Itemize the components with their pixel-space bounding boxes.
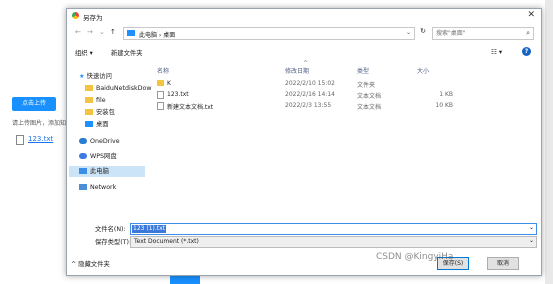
sidebar-item-label: Network <box>90 184 117 191</box>
folder-icon <box>85 97 93 103</box>
sidebar-item-baidunetdisk[interactable]: BaiduNetdiskDow <box>85 83 152 94</box>
uploaded-file-link[interactable]: 123.txt <box>28 135 53 143</box>
cancel-button[interactable]: 取消 <box>487 257 519 270</box>
sidebar-item-quick-access[interactable]: ★ 快速访问 <box>79 71 112 82</box>
sidebar-item-label: OneDrive <box>90 138 120 145</box>
watermark: CSDN @KingyiHa <box>376 252 454 262</box>
sidebar-item-desktop[interactable]: 桌面 <box>85 119 109 130</box>
folder-icon <box>157 80 164 86</box>
sidebar-item-wps[interactable]: WPS网盘 <box>79 151 117 162</box>
file-icon <box>16 135 24 145</box>
file-list-header: ^ 名称 修改日期 类型 大小 <box>153 60 533 76</box>
column-type[interactable]: 类型 <box>357 66 369 75</box>
file-row[interactable]: 新建文本文档.txt 2022/2/3 13:55 文本文档 10 KB <box>153 101 533 111</box>
organize-menu[interactable]: 组织 ▾ <box>75 48 93 57</box>
column-size[interactable]: 大小 <box>417 66 429 75</box>
up-arrow-icon[interactable]: ↑ <box>110 28 116 36</box>
file-type: 文本文档 <box>357 93 382 100</box>
file-row[interactable]: K 2022/2/10 15:02 文件夹 <box>153 79 533 89</box>
sidebar-item-label: file <box>96 97 106 104</box>
background-scrollbar <box>545 0 553 284</box>
cloud-icon <box>79 153 87 159</box>
toolbar: 组织 ▾ 新建文件夹 ☷ ▾ ? <box>67 45 541 59</box>
navigation-bar: ← → ⌄ ↑ 此电脑 › 桌面 ⌄ ↻ ⌕ <box>67 26 541 40</box>
column-date[interactable]: 修改日期 <box>285 66 309 75</box>
column-name[interactable]: 名称 <box>157 66 169 75</box>
refresh-icon[interactable]: ↻ <box>416 27 430 38</box>
file-size: 1 KB <box>439 91 453 98</box>
upload-hint: 请上传图片，添加知 <box>12 120 67 127</box>
filetype-select[interactable]: Text Document (*.txt) ⌄ <box>130 236 537 248</box>
computer-icon <box>79 168 87 174</box>
sidebar-item-label: BaiduNetdiskDow <box>96 85 152 92</box>
navigation-pane: ★ 快速访问 BaiduNetdiskDow file 安装包 桌面 OneDr… <box>67 63 152 197</box>
file-name: K <box>167 80 171 87</box>
network-icon <box>79 184 87 190</box>
breadcrumb[interactable]: 此电脑 › 桌面 <box>139 30 175 39</box>
file-date: 2022/2/16 14:14 <box>285 91 335 98</box>
upload-button[interactable]: 点击上传 <box>12 97 56 111</box>
file-name: 新建文本文档.txt <box>167 104 214 111</box>
view-options-icon[interactable]: ☷ ▾ <box>491 48 502 56</box>
search-box[interactable]: ⌕ <box>432 27 534 40</box>
dialog-title: 另存为 <box>83 14 103 22</box>
close-icon[interactable]: ✕ <box>527 10 535 20</box>
filename-input[interactable]: 123 (1).txt ⌄ <box>130 223 537 235</box>
file-row[interactable]: 123.txt 2022/2/16 14:14 文本文档 1 KB <box>153 90 533 100</box>
filetype-label: 保存类型(T): <box>95 239 132 246</box>
computer-icon <box>127 30 135 36</box>
file-type: 文本文档 <box>357 104 382 111</box>
file-name: 123.txt <box>167 91 189 98</box>
sidebar-item-file[interactable]: file <box>85 95 106 106</box>
file-type: 文件夹 <box>357 82 376 89</box>
folder-icon <box>85 109 93 115</box>
sidebar-item-label: 桌面 <box>96 121 109 128</box>
file-date: 2022/2/10 15:02 <box>285 80 335 87</box>
filetype-value: Text Document (*.txt) <box>134 238 199 245</box>
text-file-icon <box>157 102 164 110</box>
sidebar-item-label: 安装包 <box>96 109 115 116</box>
search-input[interactable] <box>433 28 520 38</box>
chevron-down-icon[interactable]: ⌄ <box>529 224 534 231</box>
text-file-icon <box>157 91 164 99</box>
filename-label: 文件名(N): <box>95 226 126 233</box>
sidebar-item-this-pc[interactable]: 此电脑 <box>69 166 145 177</box>
hide-folders-toggle[interactable]: ^ 隐藏文件夹 <box>71 259 110 268</box>
background-bottom-button[interactable] <box>170 276 200 284</box>
chevron-down-icon[interactable]: ⌄ <box>529 237 534 244</box>
address-bar[interactable]: 此电脑 › 桌面 ⌄ <box>123 27 415 40</box>
sidebar-item-label: WPS网盘 <box>90 153 117 160</box>
star-icon: ★ <box>79 73 85 80</box>
chrome-icon <box>72 12 79 19</box>
sidebar-item-onedrive[interactable]: OneDrive <box>79 136 120 147</box>
sidebar-item-label: 快速访问 <box>86 73 112 80</box>
search-icon[interactable]: ⌕ <box>526 29 530 38</box>
new-folder-button[interactable]: 新建文件夹 <box>111 48 142 57</box>
save-as-dialog: 另存为 ✕ ← → ⌄ ↑ 此电脑 › 桌面 ⌄ ↻ ⌕ 组织 ▾ 新建文件夹 … <box>66 8 542 276</box>
desktop-icon <box>85 121 93 127</box>
back-icon[interactable]: ← <box>75 28 81 36</box>
folder-icon <box>85 85 93 91</box>
filename-value[interactable]: 123 (1).txt <box>132 225 167 233</box>
chevron-down-icon[interactable]: ⌄ <box>99 28 105 36</box>
sidebar-item-network[interactable]: Network <box>79 182 116 193</box>
sidebar-item-installers[interactable]: 安装包 <box>85 107 115 118</box>
file-size: 10 KB <box>435 102 453 109</box>
forward-icon[interactable]: → <box>87 28 93 36</box>
cloud-icon <box>79 138 87 144</box>
dialog-titlebar: 另存为 ✕ <box>67 9 541 23</box>
file-date: 2022/2/3 13:55 <box>285 102 332 109</box>
help-icon[interactable]: ? <box>522 47 531 56</box>
chevron-down-icon[interactable]: ⌄ <box>406 29 411 36</box>
sidebar-item-label: 此电脑 <box>90 168 109 175</box>
